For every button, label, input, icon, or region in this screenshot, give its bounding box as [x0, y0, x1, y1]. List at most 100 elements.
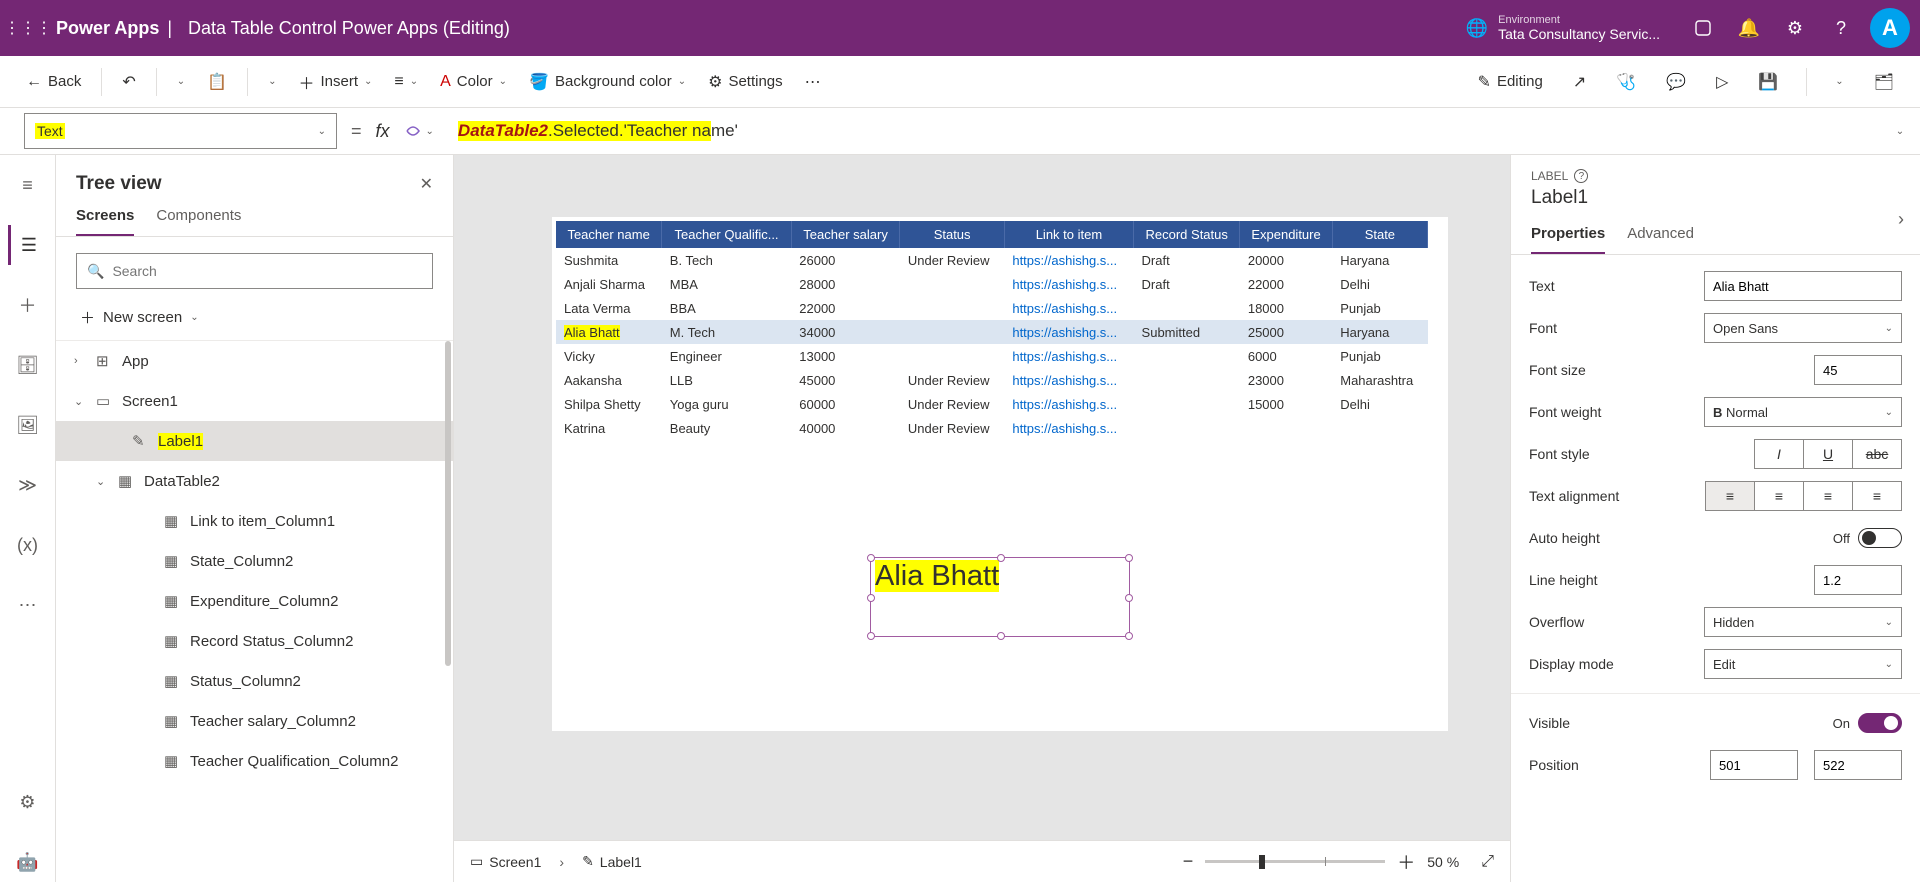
table-header[interactable]: Teacher Qualific...: [662, 221, 791, 248]
undo-button[interactable]: ↶: [114, 66, 143, 98]
rail-variables-icon[interactable]: (x): [8, 525, 48, 565]
label-selection-box[interactable]: Alia Bhatt: [870, 557, 1130, 637]
table-row[interactable]: KatrinaBeauty40000Under Reviewhttps://as…: [556, 416, 1428, 440]
close-panel-icon[interactable]: ✕: [420, 174, 433, 194]
list-button[interactable]: ≡⌄: [386, 67, 426, 97]
prop-input-lineheight[interactable]: [1814, 565, 1902, 595]
save-button[interactable]: 💾: [1750, 66, 1786, 98]
rail-ask-icon[interactable]: 🤖: [8, 842, 48, 882]
tab-components[interactable]: Components: [156, 207, 241, 236]
avatar[interactable]: A: [1870, 8, 1910, 48]
link-cell[interactable]: https://ashishg.s...: [1012, 277, 1117, 292]
table-row[interactable]: Lata VermaBBA22000https://ashishg.s...18…: [556, 296, 1428, 320]
rail-data-icon[interactable]: 🗄: [8, 345, 48, 385]
table-row[interactable]: Shilpa ShettyYoga guru60000Under Reviewh…: [556, 392, 1428, 416]
tree-node-column[interactable]: ▦Record Status_Column2: [56, 621, 453, 661]
tree-body[interactable]: ›⊞App ⌄▭Screen1 ✎Label1 ⌄▦DataTable2 ▦Li…: [56, 340, 453, 882]
align-justify-button[interactable]: ≡: [1852, 481, 1902, 511]
insert-button[interactable]: ＋Insert⌄: [290, 64, 380, 100]
table-row[interactable]: VickyEngineer13000https://ashishg.s...60…: [556, 344, 1428, 368]
tree-node-label1[interactable]: ✎Label1: [56, 421, 453, 461]
copilot-formula-icon[interactable]: [400, 118, 426, 144]
table-header[interactable]: Teacher salary: [791, 221, 900, 248]
editing-mode-button[interactable]: ✎Editing: [1470, 66, 1551, 98]
table-row[interactable]: Alia BhattM. Tech34000https://ashishg.s.…: [556, 320, 1428, 344]
color-button[interactable]: AColor⌄: [432, 67, 515, 97]
link-cell[interactable]: https://ashishg.s...: [1012, 253, 1117, 268]
rail-insert-icon[interactable]: ＋: [8, 285, 48, 325]
strike-button[interactable]: abc: [1852, 439, 1902, 469]
table-header[interactable]: Teacher name: [556, 221, 662, 248]
tree-node-datatable[interactable]: ⌄▦DataTable2: [56, 461, 453, 501]
comments-button[interactable]: 💬: [1658, 66, 1694, 98]
prop-dropdown-fontweight[interactable]: B Normal⌄: [1704, 397, 1902, 427]
prop-dropdown-overflow[interactable]: Hidden⌄: [1704, 607, 1902, 637]
table-row[interactable]: Anjali SharmaMBA28000https://ashishg.s..…: [556, 272, 1428, 296]
underline-button[interactable]: U: [1803, 439, 1853, 469]
help-icon[interactable]: ?: [1818, 5, 1864, 51]
prop-input-fontsize[interactable]: [1814, 355, 1902, 385]
tree-node-column[interactable]: ▦Link to item_Column1: [56, 501, 453, 541]
formula-input[interactable]: DataTable2.Selected.'Teacher name': [444, 113, 1880, 149]
chevron-down-icon[interactable]: ⌄: [426, 126, 434, 137]
link-cell[interactable]: https://ashishg.s...: [1012, 349, 1117, 364]
italic-button[interactable]: I: [1754, 439, 1804, 469]
table-row[interactable]: SushmitaB. Tech26000Under Reviewhttps://…: [556, 248, 1428, 272]
settings-gear-icon[interactable]: ⚙: [1772, 5, 1818, 51]
link-cell[interactable]: https://ashishg.s...: [1012, 421, 1117, 436]
zoom-slider[interactable]: [1205, 860, 1385, 863]
rail-flows-icon[interactable]: ≫: [8, 465, 48, 505]
rail-settings-icon[interactable]: ⚙: [8, 782, 48, 822]
back-button[interactable]: ←Back: [18, 67, 89, 97]
expand-panel-icon[interactable]: ›: [1898, 209, 1904, 230]
zoom-in-button[interactable]: ＋: [1397, 849, 1415, 875]
preview-button[interactable]: ▷: [1708, 66, 1736, 98]
settings-button[interactable]: ⚙Settings: [700, 66, 791, 98]
share-button[interactable]: ↗: [1565, 66, 1594, 98]
zoom-out-button[interactable]: −: [1183, 851, 1194, 872]
tree-node-column[interactable]: ▦Teacher salary_Column2: [56, 701, 453, 741]
save-menu[interactable]: ⌄: [1827, 70, 1851, 93]
rail-more-icon[interactable]: ⋯: [8, 585, 48, 625]
new-screen-button[interactable]: ＋ New screen ⌄: [56, 299, 453, 340]
info-icon[interactable]: ?: [1574, 169, 1588, 183]
tab-screens[interactable]: Screens: [76, 207, 134, 236]
fit-screen-icon[interactable]: ⤢: [1481, 853, 1494, 871]
breadcrumb-label1[interactable]: ✎Label1: [582, 853, 642, 870]
copilot-icon[interactable]: [1680, 5, 1726, 51]
checker-button[interactable]: 🩺: [1608, 66, 1644, 98]
toggle-visible[interactable]: [1858, 713, 1902, 733]
property-dropdown[interactable]: Text ⌄: [24, 113, 337, 149]
tree-search[interactable]: 🔍: [76, 253, 433, 289]
table-header[interactable]: Status: [900, 221, 1004, 248]
canvas-area[interactable]: Teacher nameTeacher Qualific...Teacher s…: [454, 155, 1510, 840]
tree-node-column[interactable]: ▦State_Column2: [56, 541, 453, 581]
tree-node-app[interactable]: ›⊞App: [56, 341, 453, 381]
publish-button[interactable]: 🗂: [1866, 66, 1902, 98]
link-cell[interactable]: https://ashishg.s...: [1012, 325, 1117, 340]
breadcrumb-screen[interactable]: ▭Screen1: [470, 853, 541, 870]
tree-search-input[interactable]: [112, 263, 422, 279]
rail-treeview-icon[interactable]: ☰: [8, 225, 48, 265]
formula-expand-button[interactable]: ⌄: [1880, 126, 1920, 137]
tab-advanced[interactable]: Advanced: [1627, 225, 1694, 254]
paste-menu[interactable]: ⌄: [260, 70, 284, 93]
prop-dropdown-font[interactable]: Open Sans⌄: [1704, 313, 1902, 343]
tree-node-column[interactable]: ▦Status_Column2: [56, 661, 453, 701]
prop-input-y[interactable]: [1814, 750, 1902, 780]
rail-media-icon[interactable]: 🖼: [8, 405, 48, 445]
link-cell[interactable]: https://ashishg.s...: [1012, 301, 1117, 316]
bgcolor-button[interactable]: 🪣Background color⌄: [521, 66, 694, 98]
link-cell[interactable]: https://ashishg.s...: [1012, 397, 1117, 412]
tab-properties[interactable]: Properties: [1531, 225, 1605, 254]
datatable-control[interactable]: Teacher nameTeacher Qualific...Teacher s…: [556, 221, 1428, 440]
table-header[interactable]: State: [1332, 221, 1427, 248]
table-header[interactable]: Link to item: [1004, 221, 1133, 248]
table-header[interactable]: Record Status: [1134, 221, 1240, 248]
table-row[interactable]: AakanshaLLB45000Under Reviewhttps://ashi…: [556, 368, 1428, 392]
toggle-autoheight[interactable]: [1858, 528, 1902, 548]
align-left-button[interactable]: ≡: [1705, 481, 1755, 511]
waffle-icon[interactable]: ⋮⋮⋮: [10, 10, 46, 46]
notifications-icon[interactable]: 🔔: [1726, 5, 1772, 51]
rail-hamburger-icon[interactable]: ≡: [8, 165, 48, 205]
